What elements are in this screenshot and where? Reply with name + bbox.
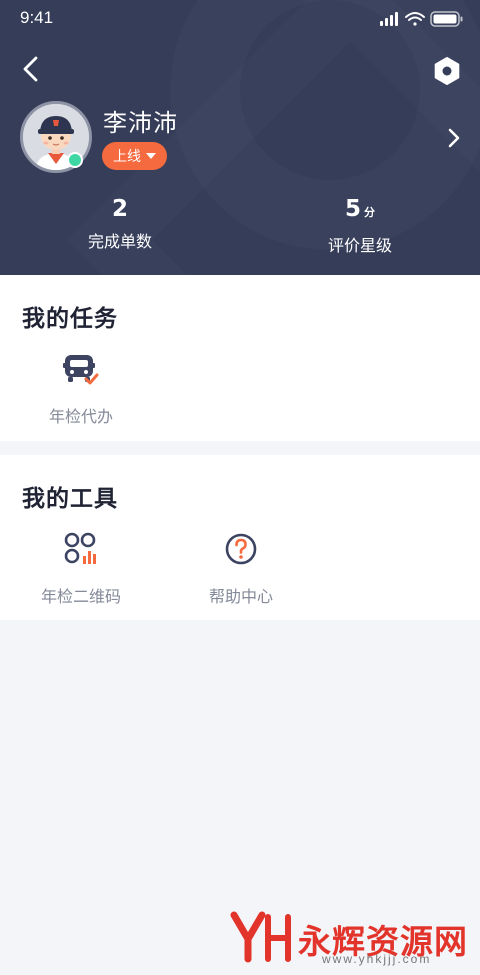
back-button[interactable] — [16, 54, 46, 84]
stat-unit: 分 — [364, 206, 375, 219]
tool-label: 帮助中心 — [208, 587, 273, 606]
help-circle-icon — [225, 533, 257, 565]
wifi-icon — [405, 12, 425, 26]
chevron-right-icon[interactable] — [444, 126, 464, 150]
tool-inspection-qrcode[interactable]: 年检二维码 — [21, 531, 141, 607]
stat-completed-orders: 2 完成单数 — [0, 195, 240, 252]
my-tools-section: 我的工具 年检二维码 帮助中心 — [0, 455, 480, 620]
qrcode-chart-icon — [64, 532, 96, 564]
stat-value: 5 — [344, 196, 361, 222]
section-title: 我的任务 — [22, 306, 118, 332]
status-bar: 9:41 — [0, 0, 480, 36]
status-icons — [380, 11, 463, 27]
watermark-url: www.yhkjjj.com — [322, 952, 432, 966]
watermark: 永辉资源网 www.yhkjjj.com — [230, 905, 470, 975]
task-label: 年检代办 — [48, 407, 113, 426]
online-indicator — [67, 152, 83, 168]
tool-help-center[interactable]: 帮助中心 — [181, 531, 301, 607]
stat-value: 2 — [111, 196, 128, 222]
online-status-label: 上线 — [113, 149, 141, 165]
user-name: 李沛沛 — [103, 109, 178, 137]
profile-header: 9:41 李沛沛 上线 2 完成单数 5 分 评价星级 — [0, 0, 480, 275]
caret-down-icon — [146, 153, 156, 159]
my-tasks-section: 我的任务 年检代办 — [0, 275, 480, 441]
stat-label: 评价星级 — [327, 236, 392, 255]
online-status-dropdown[interactable]: 上线 — [102, 142, 167, 170]
stat-rating: 5分 评价星级 — [240, 195, 480, 256]
settings-icon[interactable] — [432, 56, 462, 86]
battery-icon — [430, 11, 463, 27]
stat-label: 完成单数 — [87, 232, 152, 251]
tool-label: 年检二维码 — [40, 587, 121, 606]
watermark-logo — [230, 911, 291, 963]
status-time: 9:41 — [20, 8, 54, 27]
car-check-icon — [63, 355, 99, 385]
task-annual-inspection[interactable]: 年检代办 — [21, 351, 141, 427]
section-title: 我的工具 — [22, 486, 118, 512]
signal-icon — [380, 12, 398, 26]
